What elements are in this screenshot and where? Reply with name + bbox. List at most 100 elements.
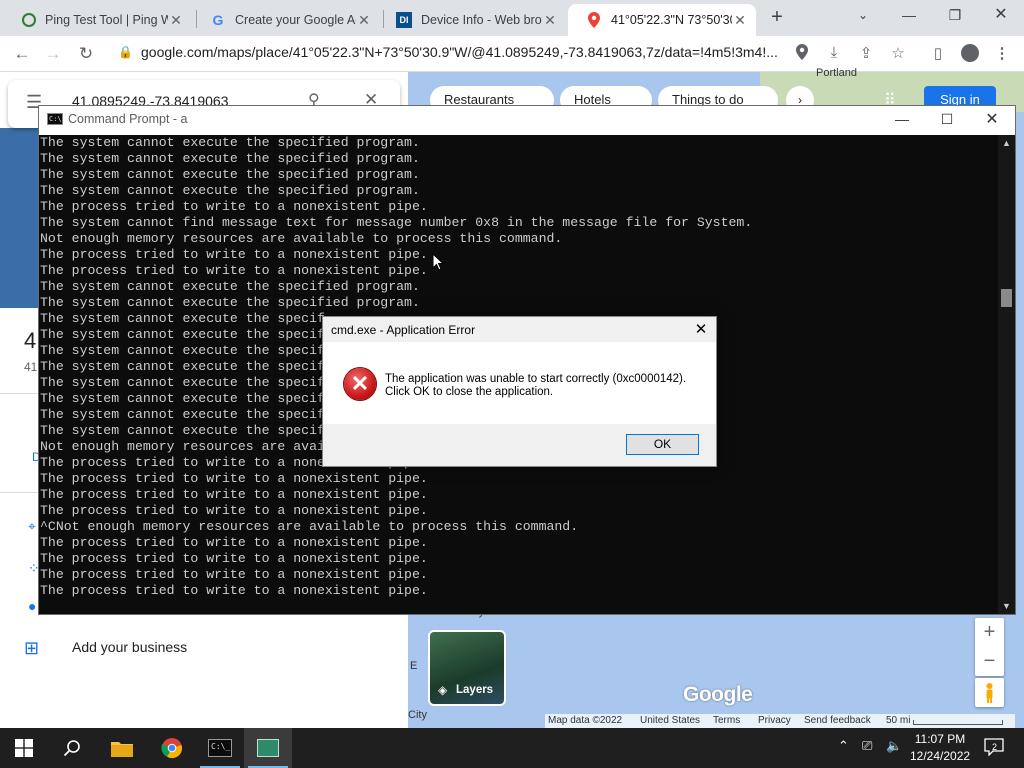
console-line: The process tried to write to a nonexist… bbox=[40, 503, 428, 518]
location-pin-icon[interactable] bbox=[792, 44, 812, 62]
place-photo[interactable] bbox=[0, 128, 40, 308]
chrome-icon[interactable] bbox=[148, 728, 196, 768]
console-line: The process tried to write to a nonexist… bbox=[40, 247, 428, 262]
active-app-taskbar-icon[interactable] bbox=[244, 728, 292, 768]
clock[interactable]: 11:07 PM 12/24/2022 bbox=[910, 731, 970, 765]
close-window-button[interactable]: ✕ bbox=[978, 0, 1024, 30]
tab-device-info[interactable]: DI Device Info - Web brow ✕ bbox=[378, 4, 566, 36]
share-icon[interactable]: ⇪ bbox=[856, 44, 876, 62]
location-icon: ⌖ bbox=[28, 518, 36, 534]
console-line: ^CNot enough memory resources are availa… bbox=[40, 519, 579, 534]
add-business-icon: ⊞ bbox=[24, 638, 40, 658]
tab-title: 41°05'22.3"N 73°50'30 bbox=[611, 13, 732, 27]
scale-bar bbox=[913, 720, 1003, 725]
console-line: The system cannot execute the specified … bbox=[40, 295, 420, 310]
close-tab-icon[interactable]: ✕ bbox=[168, 12, 184, 29]
minimize-button[interactable]: — bbox=[886, 0, 932, 30]
cmd-maximize-button[interactable]: ☐ bbox=[924, 106, 970, 135]
console-line: The system cannot execute the specified … bbox=[40, 279, 420, 294]
google-logo: Google bbox=[683, 683, 753, 706]
close-tab-icon[interactable]: ✕ bbox=[356, 12, 372, 29]
console-line: The system cannot execute the specified … bbox=[40, 135, 420, 150]
new-tab-button[interactable]: + bbox=[766, 6, 788, 28]
map-label-fragment: E bbox=[410, 660, 418, 672]
search-icon bbox=[63, 740, 80, 757]
mouse-cursor-icon bbox=[432, 252, 445, 275]
cmd-scrollbar[interactable]: ▲ ▼ bbox=[998, 135, 1015, 614]
cmd-close-button[interactable]: ✕ bbox=[969, 106, 1015, 135]
scroll-down-icon[interactable]: ▼ bbox=[998, 601, 1015, 611]
dialog-close-icon[interactable]: ✕ bbox=[690, 320, 712, 340]
file-explorer-icon[interactable] bbox=[98, 728, 146, 768]
map-footer: Map data ©2022 United States Terms Priva… bbox=[545, 714, 1015, 728]
place-subtitle: 41 bbox=[24, 360, 38, 374]
notification-count: 2 bbox=[992, 742, 998, 752]
dialog-message: The application was unable to start corr… bbox=[385, 373, 686, 399]
map-data-credit: Map data ©2022 bbox=[548, 715, 623, 726]
url-text[interactable]: google.com/maps/place/41°05'22.3"N+73°50… bbox=[141, 44, 781, 60]
show-hidden-icons-icon[interactable]: ⌃ bbox=[838, 738, 849, 754]
console-line: The process tried to write to a nonexist… bbox=[40, 263, 428, 278]
console-line: Not enough memory resources are availabl… bbox=[40, 231, 563, 246]
console-line: The process tried to write to a nonexist… bbox=[40, 535, 428, 550]
forward-icon[interactable]: → bbox=[42, 43, 64, 65]
start-button[interactable] bbox=[0, 728, 48, 768]
dialog-message-line-1: The application was unable to start corr… bbox=[385, 373, 687, 385]
profile-avatar-icon[interactable] bbox=[960, 44, 980, 62]
windows-logo-icon bbox=[15, 739, 33, 757]
menu-kebab-icon[interactable]: ⋮ bbox=[992, 44, 1012, 62]
console-line: The process tried to write to a nonexist… bbox=[40, 567, 428, 582]
scroll-up-icon[interactable]: ▲ bbox=[998, 138, 1015, 148]
tab-ping-test[interactable]: Ping Test Tool | Ping W ✕ bbox=[4, 4, 192, 36]
cmd-minimize-button[interactable]: — bbox=[879, 106, 925, 135]
clock-time: 11:07 PM bbox=[914, 732, 966, 746]
lock-icon[interactable]: 🔒 bbox=[118, 45, 133, 59]
tab-google-account[interactable]: G Create your Google Ac ✕ bbox=[192, 4, 380, 36]
cmd-title: Command Prompt - a bbox=[68, 112, 188, 126]
ping-favicon bbox=[22, 13, 36, 27]
console-line: The process tried to write to a nonexist… bbox=[40, 583, 428, 598]
clock-date: 12/24/2022 bbox=[910, 749, 971, 763]
tab-title: Device Info - Web brow bbox=[421, 13, 542, 27]
error-icon: ✕ bbox=[344, 368, 376, 400]
zoom-out-button[interactable]: − bbox=[975, 647, 1004, 676]
restore-button[interactable]: ❐ bbox=[932, 0, 978, 30]
scroll-thumb[interactable] bbox=[1001, 289, 1012, 307]
terms-link[interactable]: Terms bbox=[713, 715, 740, 726]
divider bbox=[0, 492, 40, 493]
console-line: The process tried to write to a nonexist… bbox=[40, 199, 428, 214]
zoom-in-button[interactable]: + bbox=[975, 618, 1004, 647]
reload-icon[interactable]: ↻ bbox=[75, 43, 97, 65]
street-view-pegman-icon[interactable] bbox=[975, 678, 1004, 707]
bookmark-star-icon[interactable]: ☆ bbox=[888, 44, 908, 62]
dialog-title: cmd.exe - Application Error bbox=[331, 323, 476, 337]
back-icon[interactable]: ← bbox=[11, 43, 33, 65]
console-line: The system cannot execute the specified … bbox=[40, 183, 420, 198]
tab-google-maps[interactable]: 41°05'22.3"N 73°50'30 ✕ bbox=[568, 4, 756, 36]
close-tab-icon[interactable]: ✕ bbox=[732, 12, 748, 29]
install-icon[interactable]: ⤓ bbox=[824, 44, 844, 62]
scale-label[interactable]: 50 mi bbox=[886, 715, 910, 726]
privacy-link[interactable]: Privacy bbox=[758, 715, 791, 726]
country-link[interactable]: United States bbox=[640, 715, 700, 726]
network-icon[interactable]: ⎚ bbox=[862, 738, 872, 754]
search-button[interactable] bbox=[48, 728, 96, 768]
console-line: The process tried to write to a nonexist… bbox=[40, 551, 428, 566]
layers-label: Layers bbox=[456, 684, 494, 696]
console-line: The system cannot execute the specified … bbox=[40, 151, 420, 166]
pin-icon: ● bbox=[28, 598, 37, 614]
send-feedback-link[interactable]: Send feedback bbox=[804, 715, 871, 726]
cmd-app-icon: C:\ bbox=[47, 113, 63, 125]
layers-icon: ◈ bbox=[438, 683, 448, 697]
console-line: The system cannot execute the specified … bbox=[40, 167, 420, 182]
console-line: The process tried to write to a nonexist… bbox=[40, 487, 428, 502]
side-panel-icon[interactable]: ▯ bbox=[928, 44, 948, 62]
command-prompt-taskbar-icon[interactable]: C:\_ bbox=[196, 728, 244, 768]
tab-search-icon[interactable]: ⌄ bbox=[840, 0, 886, 30]
console-line: The system cannot find message text for … bbox=[40, 215, 753, 230]
volume-icon[interactable]: 🔈 bbox=[886, 738, 902, 754]
maps-favicon bbox=[586, 12, 602, 28]
add-business-link[interactable]: Add your business bbox=[72, 639, 187, 655]
ok-button[interactable]: OK bbox=[626, 434, 699, 455]
close-tab-icon[interactable]: ✕ bbox=[542, 12, 558, 29]
